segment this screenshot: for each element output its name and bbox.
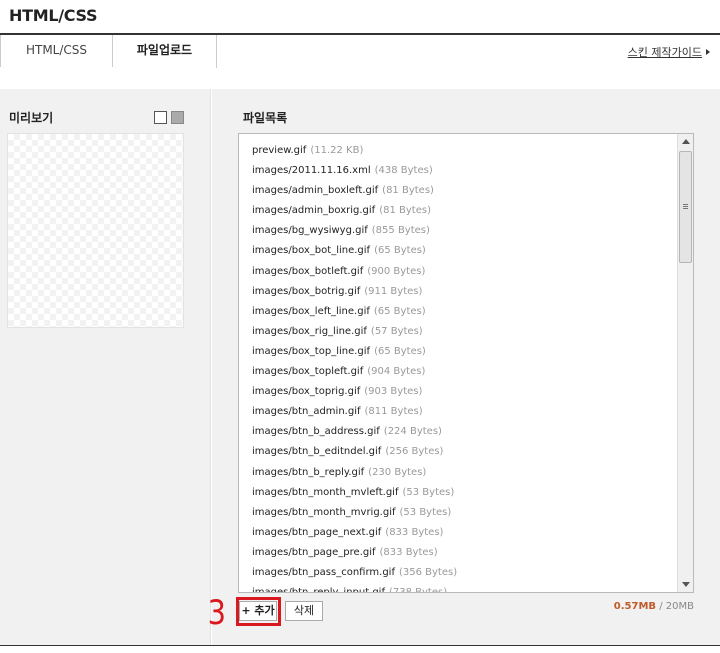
- file-name: images/btn_b_address.gif: [252, 426, 380, 438]
- file-name: images/box_top_line.gif: [252, 345, 371, 357]
- file-size: (833 Bytes): [379, 546, 438, 558]
- file-size: (65 Bytes): [374, 345, 426, 357]
- grip-icon: [683, 204, 688, 209]
- file-size: (855 Bytes): [371, 225, 430, 237]
- add-file-button[interactable]: + 추가: [239, 601, 277, 621]
- file-name: images/box_botrig.gif: [252, 285, 361, 297]
- file-size: (833 Bytes): [385, 526, 444, 538]
- file-size: (224 Bytes): [383, 426, 442, 438]
- file-size: (811 Bytes): [364, 406, 423, 418]
- file-list-item[interactable]: images/btn_month_mvleft.gif (53 Bytes): [252, 484, 457, 504]
- file-name: images/box_botleft.gif: [252, 265, 364, 277]
- file-name: images/2011.11.16.xml: [252, 165, 371, 177]
- file-list-item[interactable]: images/btn_b_address.gif (224 Bytes): [252, 423, 457, 443]
- file-name: images/btn_month_mvleft.gif: [252, 486, 399, 498]
- file-list-item[interactable]: images/btn_reply_input.gif (738 Bytes): [252, 584, 457, 593]
- preview-heading: 미리보기: [9, 111, 54, 125]
- storage-usage: 0.57MB / 20MB: [614, 601, 694, 612]
- file-name: images/btn_page_pre.gif: [252, 546, 376, 558]
- file-rows: preview.gif (11.22 KB) images/2011.11.16.x…: [252, 142, 457, 593]
- file-name: images/box_rig_line.gif: [252, 325, 367, 337]
- storage-used: 0.57MB: [613, 601, 657, 612]
- filelist-heading: 파일목록: [243, 111, 288, 125]
- bottom-divider: [0, 645, 720, 646]
- file-list-item[interactable]: images/btn_b_reply.gif (230 Bytes): [252, 464, 457, 484]
- file-list-item[interactable]: preview.gif (11.22 KB): [252, 142, 457, 162]
- file-list-item[interactable]: images/box_left_line.gif (65 Bytes): [252, 303, 457, 323]
- file-size: (356 Bytes): [398, 566, 458, 578]
- file-name: images/box_bot_line.gif: [252, 245, 371, 257]
- file-list-item[interactable]: images/btn_pass_confirm.gif (356 Bytes): [252, 564, 457, 584]
- file-list-item[interactable]: images/bg_wysiwyg.gif (855 Bytes): [252, 222, 457, 242]
- file-name: images/btn_b_editndel.gif: [252, 446, 382, 458]
- step-annotation: 3: [207, 593, 227, 633]
- file-size: (53 Bytes): [399, 506, 452, 518]
- file-list-item[interactable]: images/box_botleft.gif (900 Bytes): [252, 263, 457, 283]
- file-size: (65 Bytes): [374, 245, 426, 257]
- file-size: (230 Bytes): [368, 466, 427, 478]
- file-list-item[interactable]: images/2011.11.16.xml (438 Bytes): [252, 162, 457, 182]
- arrow-right-icon: [706, 49, 710, 55]
- file-size: (11.22 KB): [310, 145, 364, 156]
- skin-guide-label: 스킨 제작가이드: [627, 46, 702, 59]
- scroll-down-icon[interactable]: [682, 582, 690, 587]
- file-list-item[interactable]: images/box_bot_line.gif (65 Bytes): [252, 242, 457, 262]
- file-name: images/btn_admin.gif: [252, 406, 361, 418]
- file-list-item[interactable]: images/box_topleft.gif (904 Bytes): [252, 363, 457, 383]
- file-list-item[interactable]: images/btn_b_editndel.gif (256 Bytes): [252, 443, 457, 463]
- file-name: images/btn_b_reply.gif: [252, 466, 365, 478]
- file-list-item[interactable]: images/btn_admin.gif (811 Bytes): [252, 403, 457, 423]
- gray-background-toggle[interactable]: [171, 111, 184, 124]
- file-list-item[interactable]: images/btn_month_mvrig.gif (53 Bytes): [252, 504, 457, 524]
- file-size: (904 Bytes): [367, 366, 426, 378]
- file-size: (911 Bytes): [364, 285, 423, 297]
- file-size: (903 Bytes): [364, 386, 423, 398]
- file-size: (57 Bytes): [370, 325, 423, 337]
- file-size: (53 Bytes): [402, 486, 455, 498]
- file-list-item[interactable]: images/btn_page_pre.gif (833 Bytes): [252, 544, 457, 564]
- filelist-panel: 파일목록 preview.gif (11.22 KB) images/2011.11…: [208, 89, 720, 645]
- file-list-item[interactable]: images/box_botrig.gif (911 Bytes): [252, 283, 457, 303]
- file-size: (256 Bytes): [385, 446, 444, 458]
- page-title: HTML/CSS: [9, 6, 98, 25]
- file-name: images/box_toprig.gif: [252, 386, 361, 398]
- scroll-thumb[interactable]: [679, 151, 692, 263]
- file-size: (81 Bytes): [379, 205, 431, 217]
- filelist-scrollbar[interactable]: [677, 134, 693, 592]
- file-list-item[interactable]: images/admin_boxleft.gif (81 Bytes): [252, 182, 457, 202]
- storage-total: 20MB: [665, 601, 694, 612]
- file-name: images/btn_page_next.gif: [252, 526, 382, 538]
- file-size: (65 Bytes): [373, 305, 426, 317]
- file-name: images/admin_boxleft.gif: [252, 185, 379, 197]
- white-background-toggle[interactable]: [154, 111, 167, 124]
- file-name: images/btn_month_mvrig.gif: [252, 506, 396, 518]
- file-list-item[interactable]: images/box_rig_line.gif (57 Bytes): [252, 323, 457, 343]
- file-name: preview.gif: [252, 145, 307, 156]
- file-name: images/box_topleft.gif: [252, 366, 364, 378]
- storage-separator: /: [656, 601, 666, 612]
- filelist-box[interactable]: preview.gif (11.22 KB) images/2011.11.16.x…: [238, 133, 694, 593]
- file-list-item[interactable]: images/box_toprig.gif (903 Bytes): [252, 383, 457, 403]
- file-name: images/btn_pass_confirm.gif: [252, 566, 395, 578]
- file-name: images/btn_reply_input.gif: [252, 587, 385, 593]
- file-name: images/box_left_line.gif: [252, 305, 370, 317]
- file-size: (438 Bytes): [374, 165, 433, 177]
- delete-file-button[interactable]: 삭제: [285, 601, 323, 621]
- file-size: (900 Bytes): [367, 265, 426, 277]
- preview-panel: 미리보기: [0, 89, 211, 645]
- file-list-item[interactable]: images/admin_boxrig.gif (81 Bytes): [252, 202, 457, 222]
- file-name: images/bg_wysiwyg.gif: [252, 225, 368, 237]
- tab-html-css[interactable]: HTML/CSS: [0, 35, 113, 67]
- skin-guide-link[interactable]: 스킨 제작가이드: [628, 44, 710, 60]
- preview-canvas: [7, 133, 184, 328]
- scroll-up-icon[interactable]: [682, 139, 690, 144]
- file-size: (81 Bytes): [382, 185, 434, 197]
- tab-bar-filler: 스킨 제작가이드: [217, 35, 720, 67]
- file-list-item[interactable]: images/btn_page_next.gif (833 Bytes): [252, 524, 457, 544]
- tab-bar: HTML/CSS 파일업로드 스킨 제작가이드: [0, 35, 720, 68]
- file-list-item[interactable]: images/box_top_line.gif (65 Bytes): [252, 343, 457, 363]
- file-name: images/admin_boxrig.gif: [252, 205, 376, 217]
- file-size: (738 Bytes): [388, 587, 448, 593]
- tab-file-upload[interactable]: 파일업로드: [113, 35, 217, 68]
